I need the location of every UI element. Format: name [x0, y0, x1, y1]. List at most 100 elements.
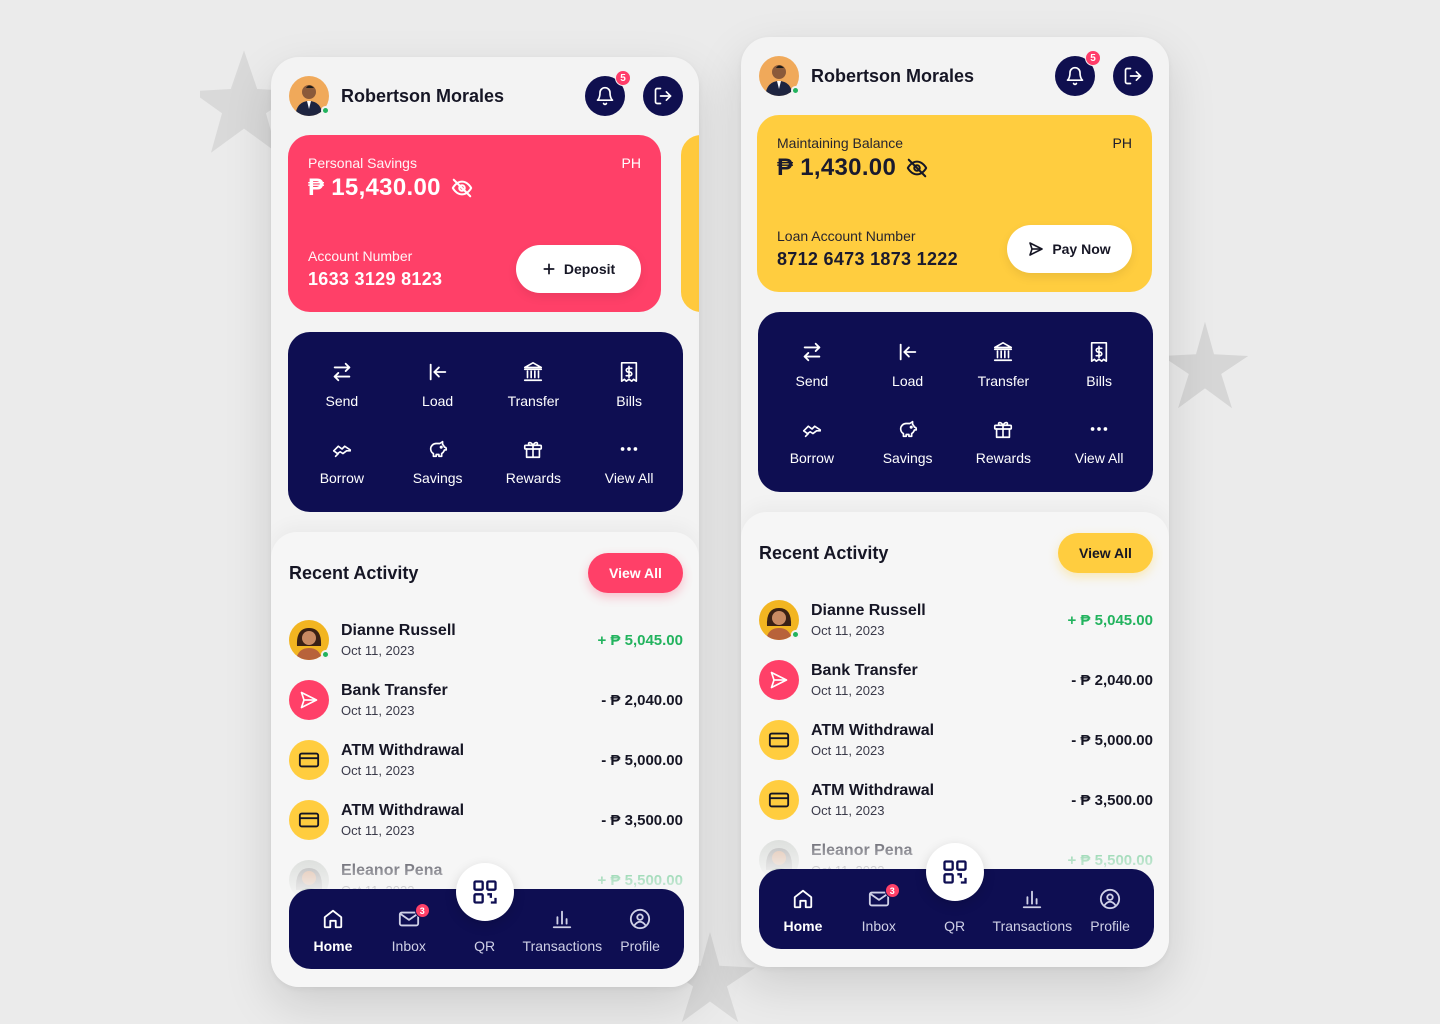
transaction-row[interactable]: ATM Withdrawal Oct 11, 2023 - ₱ 3,500.00: [759, 770, 1153, 830]
credit-card-icon: [289, 740, 329, 780]
nav-label: Profile: [1090, 918, 1130, 934]
logout-button[interactable]: [1113, 56, 1153, 96]
transaction-name: ATM Withdrawal: [811, 722, 935, 739]
transaction-name: ATM Withdrawal: [811, 782, 935, 799]
transaction-name: Dianne Russell: [341, 622, 456, 639]
action-rewards[interactable]: Rewards: [486, 423, 582, 500]
action-label: View All: [604, 469, 654, 486]
notifications-button[interactable]: 5: [1055, 50, 1101, 96]
nav-qr[interactable]: QR: [447, 863, 523, 969]
qr-code-icon: [472, 880, 497, 904]
transaction-name: Bank Transfer: [341, 682, 448, 699]
notifications-button[interactable]: 5: [585, 70, 631, 116]
bottom-navigation: Home 3 Inbox QR Transactions Profile: [759, 843, 1154, 949]
transaction-row[interactable]: ATM Withdrawal Oct 11, 2023 - ₱ 5,000.00: [289, 730, 683, 790]
account-number-label: Account Number: [308, 248, 413, 264]
eye-off-icon[interactable]: [451, 177, 473, 199]
nav-label: QR: [474, 938, 496, 954]
loan-balance-card[interactable]: Maintaining Balance PH ₱ 1,430.00 Loan A…: [757, 115, 1152, 292]
user-avatar[interactable]: [759, 56, 800, 96]
transaction-name: ATM Withdrawal: [341, 802, 465, 819]
action-transfer[interactable]: Transfer: [486, 346, 582, 423]
nav-label: QR: [944, 918, 966, 934]
pay-now-button-label: Pay Now: [1052, 241, 1111, 257]
logout-button[interactable]: [643, 76, 683, 116]
nav-profile[interactable]: Profile: [1072, 869, 1148, 949]
action-send[interactable]: Send: [294, 346, 390, 423]
nav-transactions[interactable]: Transactions: [523, 889, 602, 969]
online-status-dot: [321, 650, 330, 659]
decorative-star-shape: [1161, 321, 1249, 409]
action-label: Savings: [882, 449, 933, 466]
user-name: Robertson Morales: [341, 85, 505, 106]
card-region: PH: [621, 155, 641, 171]
transaction-date: Oct 11, 2023: [341, 703, 415, 718]
nav-inbox[interactable]: 3 Inbox: [841, 869, 917, 949]
transaction-row[interactable]: Dianne Russell Oct 11, 2023 + ₱ 5,045.00: [759, 590, 1153, 650]
nav-inbox[interactable]: 3 Inbox: [371, 889, 447, 969]
action-label: Send: [325, 392, 359, 409]
eye-off-icon[interactable]: [906, 157, 928, 179]
action-bills[interactable]: Bills: [1051, 326, 1147, 403]
action-bills[interactable]: Bills: [581, 346, 677, 423]
bottom-navigation: Home 3 Inbox QR Transactions Profile: [289, 863, 684, 969]
bar-chart-icon: [1023, 890, 1042, 909]
transaction-amount: - ₱ 5,000.00: [1071, 731, 1153, 749]
action-load[interactable]: Load: [860, 326, 956, 403]
nav-home[interactable]: Home: [765, 869, 841, 949]
transaction-row[interactable]: Bank Transfer Oct 11, 2023 - ₱ 2,040.00: [289, 670, 683, 730]
action-view-all[interactable]: View All: [1051, 403, 1147, 480]
nav-qr[interactable]: QR: [917, 843, 993, 949]
action-transfer[interactable]: Transfer: [956, 326, 1052, 403]
contact-avatar: [759, 600, 800, 640]
qr-scan-button[interactable]: [455, 863, 514, 921]
view-all-button[interactable]: View All: [588, 553, 683, 593]
notification-count-badge: 5: [1085, 50, 1101, 66]
transaction-amount: + ₱ 5,500.00: [597, 871, 684, 889]
nav-label: Transactions: [992, 918, 1073, 934]
user-circle-icon: [1099, 888, 1121, 910]
action-view-all[interactable]: View All: [581, 423, 677, 500]
qr-scan-button[interactable]: [925, 843, 984, 901]
transaction-row[interactable]: ATM Withdrawal Oct 11, 2023 - ₱ 3,500.00: [289, 790, 683, 850]
app-header: Robertson Morales 5: [759, 50, 1153, 96]
transaction-row[interactable]: ATM Withdrawal Oct 11, 2023 - ₱ 5,000.00: [759, 710, 1153, 770]
transaction-row[interactable]: Bank Transfer Oct 11, 2023 - ₱ 2,040.00: [759, 650, 1153, 710]
action-label: Rewards: [505, 469, 561, 486]
next-card-peek[interactable]: [681, 135, 699, 312]
action-rewards[interactable]: Rewards: [956, 403, 1052, 480]
credit-card-icon: [759, 720, 799, 760]
action-borrow[interactable]: Borrow: [764, 403, 860, 480]
nav-transactions[interactable]: Transactions: [992, 869, 1073, 949]
action-label: Transfer: [507, 392, 560, 409]
action-savings[interactable]: Savings: [860, 403, 956, 480]
nav-label: Profile: [620, 938, 660, 954]
action-send[interactable]: Send: [764, 326, 860, 403]
nav-label: Home: [313, 938, 353, 954]
action-borrow[interactable]: Borrow: [294, 423, 390, 500]
user-avatar[interactable]: [289, 76, 330, 116]
action-savings[interactable]: Savings: [390, 423, 486, 500]
transaction-amount: + ₱ 5,045.00: [1067, 611, 1154, 629]
account-number: 8712 6473 1873 1222: [777, 249, 958, 269]
action-label: Borrow: [789, 449, 835, 466]
nav-profile[interactable]: Profile: [602, 889, 678, 969]
user-circle-icon: [629, 908, 651, 930]
transaction-amount: - ₱ 5,000.00: [601, 751, 683, 769]
load-icon: [429, 363, 446, 380]
transaction-amount: + ₱ 5,500.00: [1067, 851, 1154, 869]
action-label: Load: [892, 372, 924, 389]
transaction-row[interactable]: Dianne Russell Oct 11, 2023 + ₱ 5,045.00: [289, 610, 683, 670]
savings-balance-card[interactable]: Personal Savings PH ₱ 15,430.00 Account …: [288, 135, 661, 312]
credit-card-icon: [759, 780, 799, 820]
qr-code-icon: [942, 860, 967, 884]
nav-home[interactable]: Home: [295, 889, 371, 969]
deposit-button[interactable]: Deposit: [516, 245, 641, 293]
pay-now-button[interactable]: Pay Now: [1007, 225, 1132, 273]
phone-screen-savings: Robertson Morales 5 Personal Savings PH …: [271, 57, 699, 987]
action-load[interactable]: Load: [390, 346, 486, 423]
transaction-amount: + ₱ 5,045.00: [597, 631, 684, 649]
piggy-bank-icon: [429, 440, 447, 457]
user-name: Robertson Morales: [811, 65, 975, 86]
view-all-button[interactable]: View All: [1058, 533, 1153, 573]
